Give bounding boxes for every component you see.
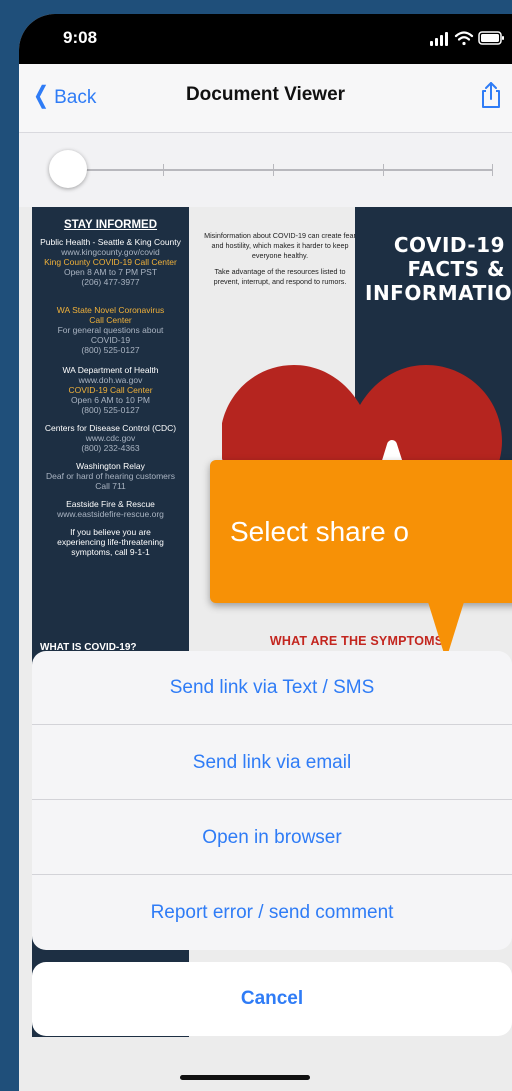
action-sheet: Send link via Text / SMS Send link via e… [32, 651, 512, 950]
share-icon[interactable] [478, 80, 504, 110]
status-time: 9:08 [63, 28, 98, 47]
symptoms-title: WHAT ARE THE SYMPTOMS? [269, 634, 452, 648]
contact-line: COVID-19 Call Center [68, 385, 153, 395]
send-sms-button[interactable]: Send link via Text / SMS [32, 651, 512, 725]
slider-tick [163, 164, 164, 176]
contact-line: WA Department of Health [62, 365, 159, 375]
contact-cdc: Centers for Disease Control (CDC) www.cd… [32, 423, 189, 453]
poster-title: COVID-19 FACTS & INFORMATION [365, 233, 512, 305]
contact-line: Open 8 AM to 7 PM PST [63, 267, 158, 277]
stay-informed-panel: STAY INFORMED Public Health - Seattle & … [32, 207, 189, 597]
contact-line: Deaf or hard of hearing customers [46, 471, 175, 481]
contact-line: www.cdc.gov [85, 433, 136, 443]
contact-line: For general questions about [57, 325, 164, 335]
page-slider [19, 133, 512, 207]
contact-line: Eastside Fire & Rescue [66, 499, 155, 509]
contact-eastside-fire: Eastside Fire & Rescue www.eastsidefire-… [32, 499, 189, 519]
cancel-button[interactable]: Cancel [32, 962, 512, 1036]
page-title: Document Viewer [185, 84, 346, 105]
signal-icon [430, 32, 448, 46]
contact-line: Open 6 AM to 10 PM [71, 395, 150, 405]
stay-informed-heading: STAY INFORMED [63, 219, 158, 231]
contact-line: Call Center [89, 315, 132, 325]
status-icons [430, 31, 504, 46]
title-line: FACTS & [407, 257, 505, 281]
slider-thumb[interactable] [49, 150, 87, 188]
contact-line: Washington Relay [76, 461, 145, 471]
contact-public-health: Public Health - Seattle & King County ww… [32, 237, 189, 287]
contact-line: experiencing life-threatening [57, 537, 164, 547]
navigation-bar: ❮ Back Document Viewer [19, 64, 512, 133]
contact-line: Centers for Disease Control (CDC) [44, 423, 177, 433]
report-error-button[interactable]: Report error / send comment [32, 876, 512, 950]
contact-line: symptoms, call 9-1-1 [71, 547, 150, 557]
contact-line: (800) 525-0127 [81, 345, 140, 355]
contact-line: www.eastsidefire-rescue.org [57, 509, 164, 519]
battery-icon [478, 31, 504, 45]
tutorial-callout: Select share o [210, 460, 512, 603]
screen: 9:08 ❮ Back Document Viewer STAY INFORME… [19, 14, 512, 1091]
device-frame: 9:08 ❮ Back Document Viewer STAY INFORME… [0, 0, 512, 1091]
paragraph: Misinformation about COVID-19 can create… [204, 231, 356, 260]
contact-line: (800) 525-0127 [81, 405, 140, 415]
contact-line: If you believe you are [70, 527, 151, 537]
contact-line: www.kingcounty.gov/covid [61, 247, 160, 257]
contact-wa-state: WA State Novel Coronavirus Call Center F… [32, 305, 189, 355]
misinformation-text: Misinformation about COVID-19 can create… [203, 231, 357, 287]
title-line: COVID-19 [393, 233, 505, 257]
contact-line: (206) 477-3977 [81, 277, 140, 287]
slider-tick [492, 164, 493, 176]
callout-text: Select share o [230, 516, 409, 547]
contact-relay: Washington Relay Deaf or hard of hearing… [32, 461, 189, 491]
wifi-icon [454, 31, 474, 46]
send-email-button[interactable]: Send link via email [32, 726, 512, 800]
contact-line: COVID-19 [90, 335, 131, 345]
open-in-browser-button[interactable]: Open in browser [32, 801, 512, 875]
status-bar: 9:08 [19, 14, 512, 64]
emergency-note: If you believe you are experiencing life… [32, 527, 189, 557]
contact-line: King County COVID-19 Call Center [44, 257, 177, 267]
paragraph: Take advantage of the resources listed t… [213, 267, 347, 286]
slider-tick [273, 164, 274, 176]
contact-line: WA State Novel Coronavirus [56, 305, 165, 315]
contact-line: Call 711 [95, 481, 126, 491]
home-indicator[interactable] [180, 1075, 310, 1080]
title-line: INFORMATION [365, 281, 512, 305]
contact-doh: WA Department of Health www.doh.wa.gov C… [32, 365, 189, 415]
contact-line: Public Health - Seattle & King County [40, 237, 181, 247]
slider-tick [383, 164, 384, 176]
document-footer [19, 1037, 512, 1091]
contact-line: (800) 232-4363 [81, 443, 140, 453]
contact-line: www.doh.wa.gov [78, 375, 143, 385]
slider-track[interactable] [53, 164, 493, 176]
